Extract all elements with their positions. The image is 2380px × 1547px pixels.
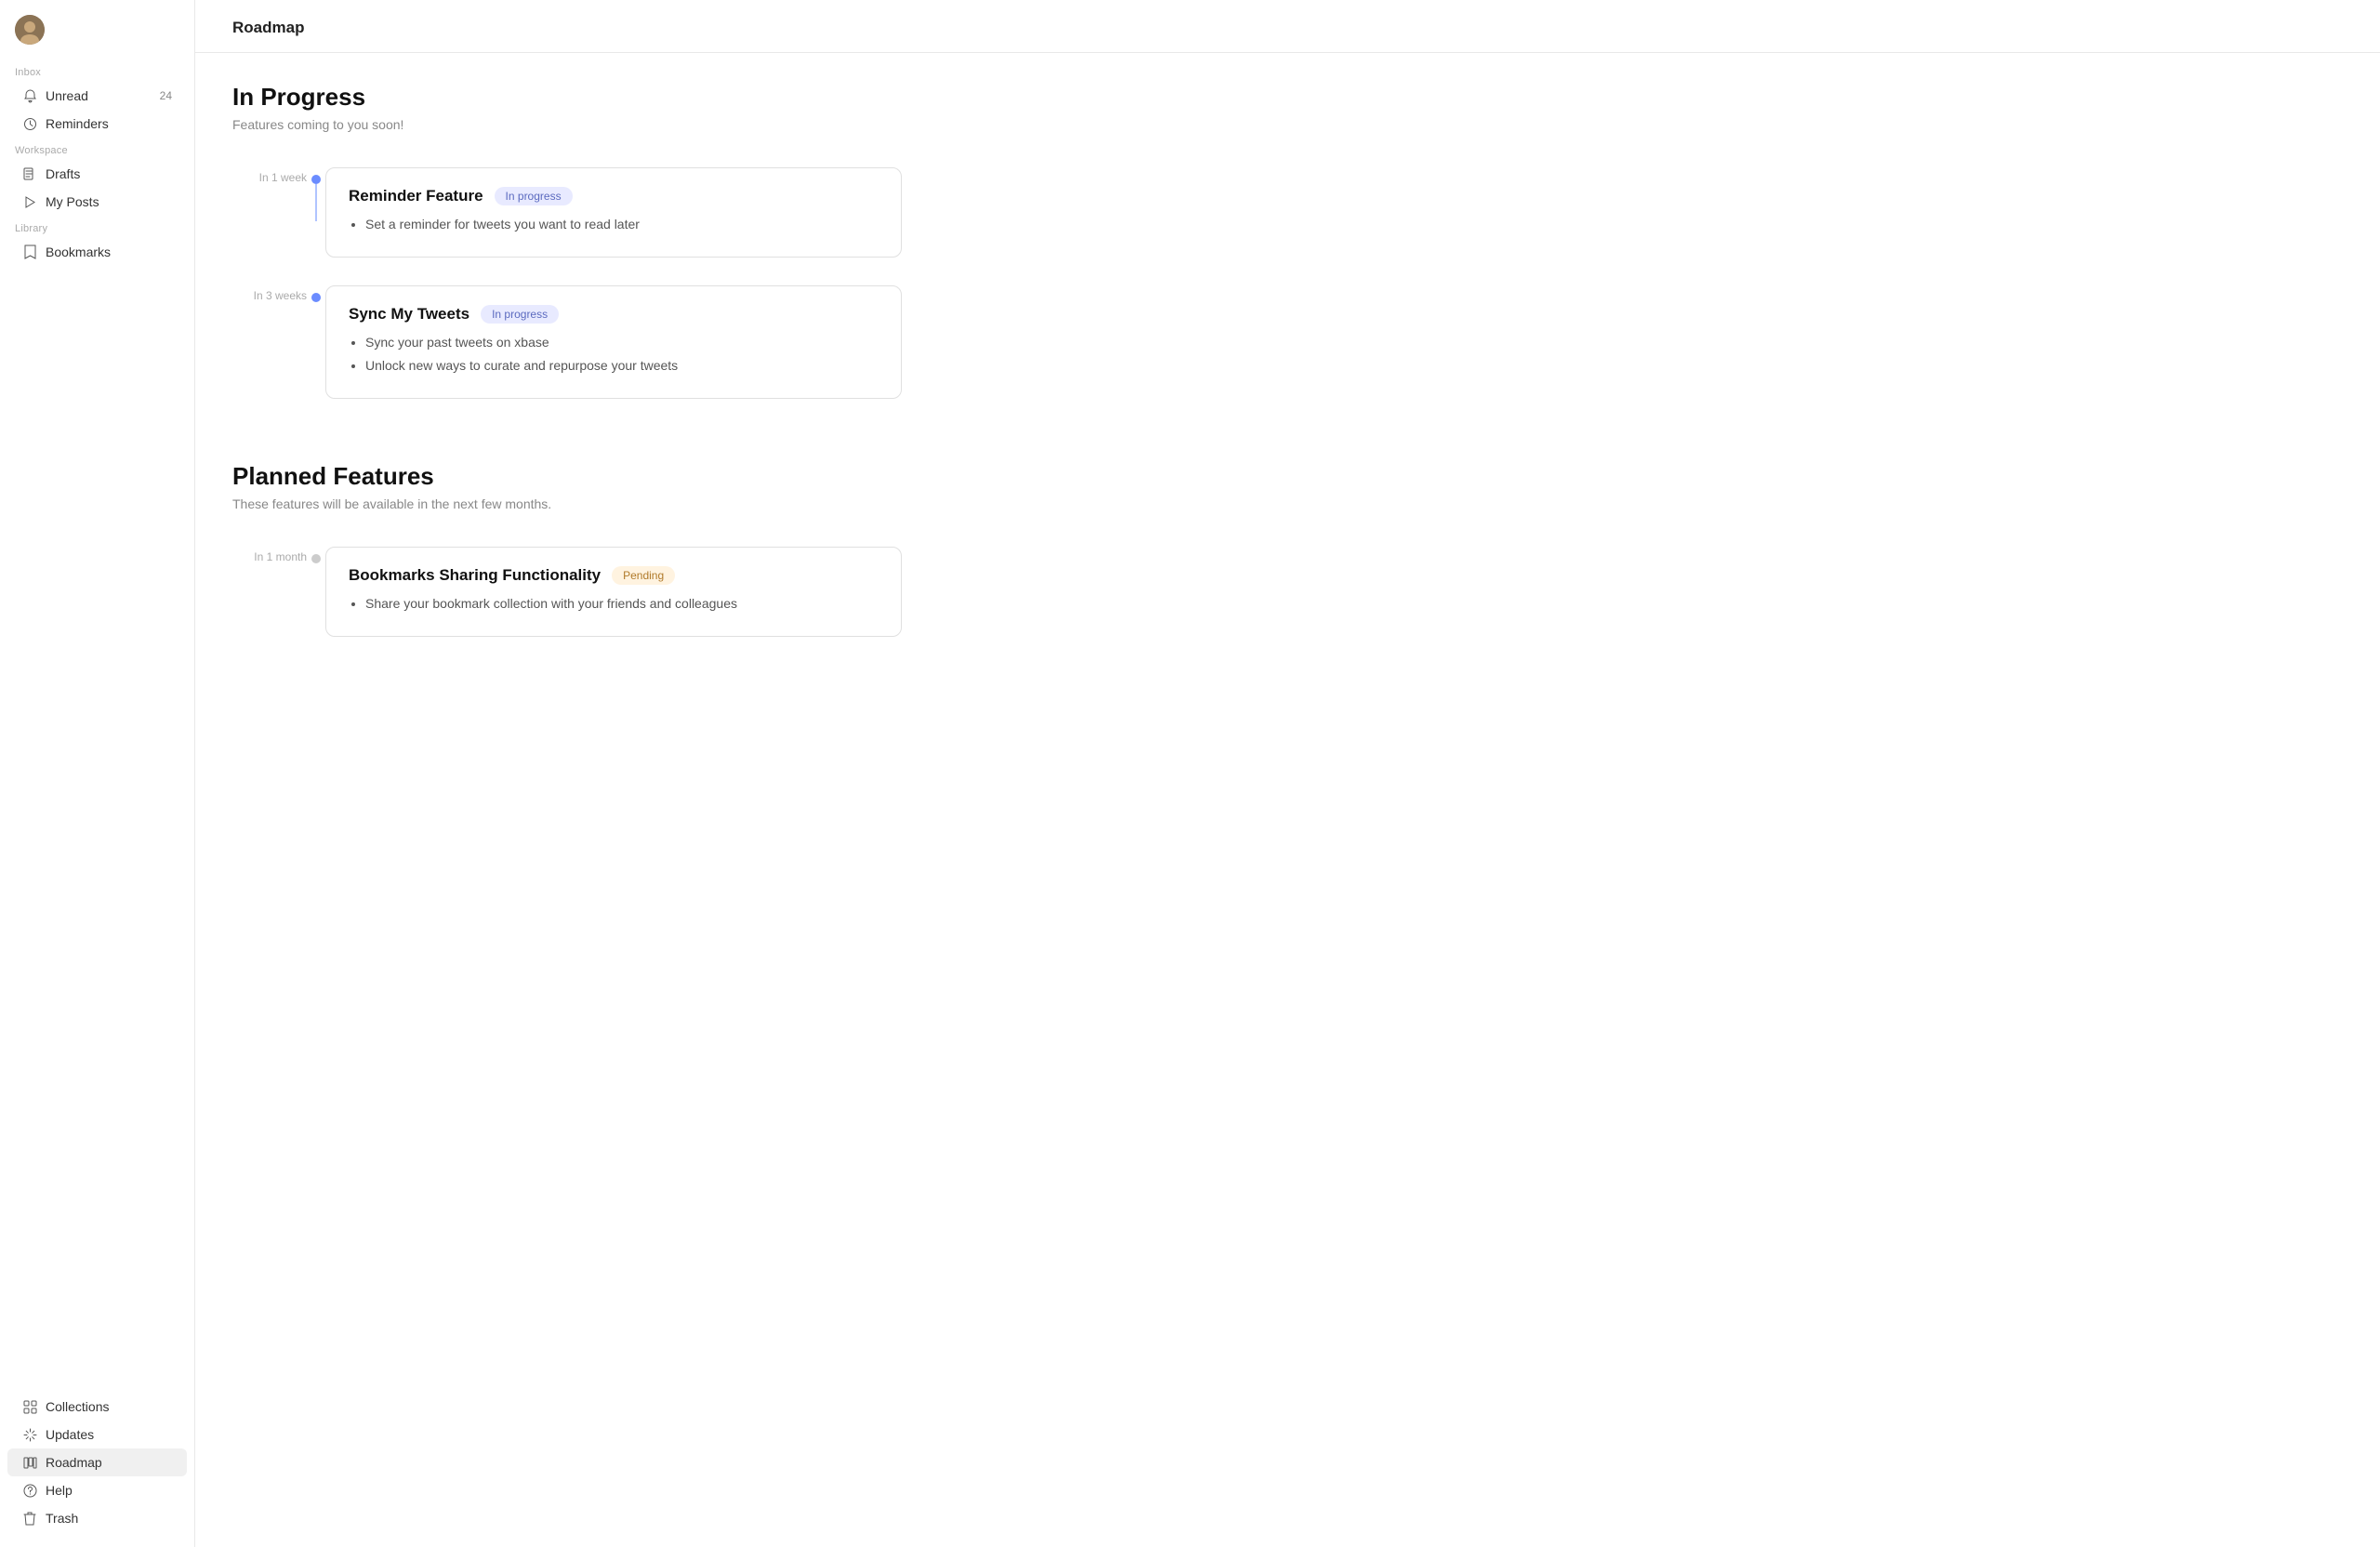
roadmap-label: Roadmap [46, 1455, 102, 1470]
file-icon [22, 166, 37, 181]
card-title-2: Sync My Tweets [349, 305, 469, 324]
play-icon [22, 194, 37, 209]
timeline-dot-2 [311, 293, 321, 302]
updates-label: Updates [46, 1427, 94, 1442]
planned-card-badge-1: Pending [612, 566, 675, 585]
planned-bullet-1-1: Share your bookmark collection with your… [365, 594, 879, 614]
trash-label: Trash [46, 1511, 78, 1526]
sidebar-item-drafts[interactable]: Drafts [7, 160, 187, 188]
card-badge-2: In progress [481, 305, 559, 324]
sparkle-icon [22, 1427, 37, 1442]
workspace-section-label: Workspace [0, 138, 194, 160]
planned-card-1: Bookmarks Sharing Functionality Pending … [325, 547, 902, 637]
bullet-1-1: Set a reminder for tweets you want to re… [365, 215, 879, 234]
timeline-connector-2 [307, 276, 325, 302]
planned-title: Planned Features [232, 462, 902, 491]
inprogress-subtitle: Features coming to you soon! [232, 117, 902, 132]
sidebar-item-trash[interactable]: Trash [7, 1504, 187, 1532]
avatar[interactable] [15, 15, 45, 45]
unread-label: Unread [46, 88, 88, 103]
planned-timeline: In 1 month Bookmarks Sharing Functionali… [232, 537, 902, 655]
card-bullets-2: Sync your past tweets on xbase Unlock ne… [349, 333, 879, 376]
bookmarks-label: Bookmarks [46, 245, 111, 259]
card-badge-1: In progress [495, 187, 573, 205]
main-content: Roadmap In Progress Features coming to y… [195, 0, 2380, 1547]
bookmark-icon [22, 245, 37, 259]
planned-card-title-1: Bookmarks Sharing Functionality [349, 566, 601, 585]
collections-label: Collections [46, 1399, 109, 1414]
grid-icon [22, 1399, 37, 1414]
bullet-2-2: Unlock new ways to curate and repurpose … [365, 356, 879, 376]
bullet-2-1: Sync your past tweets on xbase [365, 333, 879, 352]
planned-section: Planned Features These features will be … [232, 462, 902, 655]
trash-icon [22, 1511, 37, 1526]
page-header: Roadmap [195, 0, 2380, 53]
sidebar-item-roadmap[interactable]: Roadmap [7, 1448, 187, 1476]
inbox-section-label: Inbox [0, 60, 194, 82]
inprogress-section: In Progress Features coming to you soon!… [232, 83, 902, 417]
planned-connector-1 [307, 537, 325, 563]
timeline-label-2: In 3 weeks [232, 276, 307, 302]
sidebar-item-reminders[interactable]: Reminders [7, 110, 187, 138]
planned-card-bullets-1: Share your bookmark collection with your… [349, 594, 879, 614]
map-icon [22, 1455, 37, 1470]
planned-dot-1 [311, 554, 321, 563]
sidebar-item-bookmarks[interactable]: Bookmarks [7, 238, 187, 266]
planned-subtitle: These features will be available in the … [232, 496, 902, 511]
sidebar: Inbox Unread 24 Reminders Workspace Draf… [0, 0, 195, 1547]
help-label: Help [46, 1483, 73, 1498]
card-title-1: Reminder Feature [349, 187, 483, 205]
timeline-connector-1 [307, 158, 325, 221]
unread-badge: 24 [160, 89, 172, 102]
help-icon [22, 1483, 37, 1498]
timeline-label-1: In 1 week [232, 158, 307, 184]
reminders-label: Reminders [46, 116, 109, 131]
sidebar-item-updates[interactable]: Updates [7, 1421, 187, 1448]
page-title: Roadmap [232, 19, 304, 36]
clock-icon [22, 116, 37, 131]
card-bullets-1: Set a reminder for tweets you want to re… [349, 215, 879, 234]
myposts-label: My Posts [46, 194, 99, 209]
sidebar-item-myposts[interactable]: My Posts [7, 188, 187, 216]
drafts-label: Drafts [46, 166, 80, 181]
sidebar-item-unread[interactable]: Unread 24 [7, 82, 187, 110]
timeline-dot-1 [311, 175, 321, 184]
timeline-card-1: Reminder Feature In progress Set a remin… [325, 167, 902, 258]
planned-timeline-label-1: In 1 month [232, 537, 307, 563]
inprogress-timeline: In 1 week Reminder Feature In progress S… [232, 158, 902, 417]
sidebar-item-collections[interactable]: Collections [7, 1393, 187, 1421]
bell-icon [22, 88, 37, 103]
library-section-label: Library [0, 216, 194, 238]
timeline-card-2: Sync My Tweets In progress Sync your pas… [325, 285, 902, 399]
sidebar-item-help[interactable]: Help [7, 1476, 187, 1504]
timeline-line-1 [315, 184, 317, 221]
inprogress-title: In Progress [232, 83, 902, 112]
